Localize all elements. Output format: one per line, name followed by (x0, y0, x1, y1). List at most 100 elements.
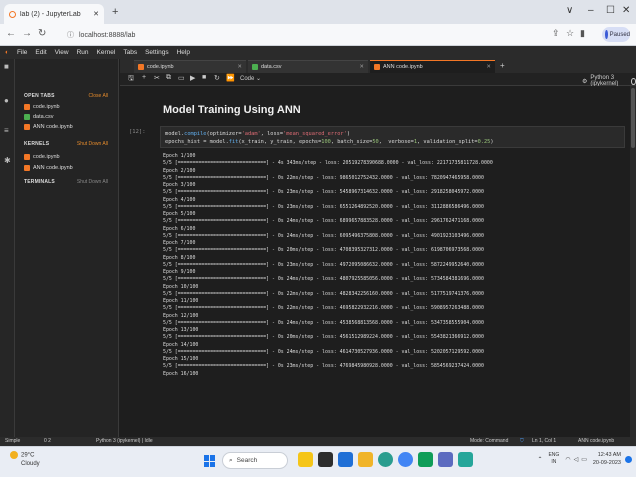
new-launcher-icon[interactable]: + (500, 61, 505, 70)
wifi-icon[interactable]: ◠ (565, 456, 570, 463)
notebook-icon (24, 165, 30, 171)
browser-tab[interactable]: lab (2) - JupyterLab ✕ (4, 4, 104, 24)
system-tray: ⌃ ENG IN ◠ ◁ ▭ 12:43 AM 20-09-2023 (537, 451, 632, 467)
menu-kernel[interactable]: Kernel (97, 49, 116, 56)
new-tab-button[interactable]: + (112, 6, 118, 18)
maximize-button[interactable]: ☐ (606, 5, 615, 16)
open-tab-label: ANN code.ipynb (33, 124, 73, 130)
weather-widget[interactable]: 29°C Cloudy (10, 451, 40, 468)
save-icon[interactable]: 🖫 (128, 74, 134, 85)
weather-temp: 29°C (21, 452, 35, 459)
close-tab-icon[interactable]: ✕ (93, 10, 99, 18)
menu-settings[interactable]: Settings (145, 49, 169, 56)
output-line: Epoch 13/100 (163, 327, 199, 333)
clock[interactable]: 12:43 AM 20-09-2023 (593, 451, 621, 467)
close-icon[interactable]: ✕ (359, 64, 364, 70)
file-explorer-icon[interactable] (358, 452, 373, 467)
kernel-status[interactable]: Python 3 (ipykernel) | Idle (96, 438, 153, 444)
output-line: Epoch 14/100 (163, 341, 199, 348)
widgets-app-icon[interactable] (298, 452, 313, 467)
reload-icon[interactable]: ↻ (38, 28, 46, 39)
scrollbar-thumb[interactable] (631, 88, 635, 148)
url-field[interactable]: ⓘ localhost:8888/lab (62, 27, 522, 43)
output-line: 5/5 [==============================] - 0… (163, 247, 484, 254)
notification-badge[interactable] (625, 455, 632, 463)
chevron-up-icon[interactable]: ⌃ (537, 456, 542, 463)
restart-run-all-icon[interactable]: ⏩ (226, 74, 235, 82)
csv-file-icon (24, 114, 30, 120)
bookmark-star-icon[interactable]: ☆ (566, 28, 574, 39)
taskbar-search-input[interactable]: ⌕ Search (222, 452, 288, 469)
profile-paused-button[interactable]: Paused (602, 27, 630, 42)
open-tab-item[interactable]: ANN code.ipynb (24, 124, 73, 130)
battery-icon[interactable]: ▭ (581, 456, 587, 463)
insert-cell-icon[interactable]: + (142, 74, 146, 81)
running-kernels-icon[interactable]: ● (4, 96, 9, 105)
output-line: Epoch 3/100 (163, 182, 196, 188)
notebook-icon (24, 104, 30, 110)
app-icon[interactable] (458, 452, 473, 467)
running-counts[interactable]: 0 2 (44, 438, 51, 444)
output-line: Epoch 8/100 (163, 254, 196, 261)
open-tab-item[interactable]: code.ipynb (24, 104, 60, 110)
cell-output: Epoch 1/100 5/5 [========================… (163, 153, 623, 378)
stop-icon[interactable]: ■ (202, 74, 206, 81)
task-view-icon[interactable] (318, 452, 333, 467)
folder-icon[interactable]: ■ (4, 62, 9, 71)
close-window-button[interactable]: ✕ (622, 5, 630, 16)
output-line: Epoch 11/100 (163, 298, 199, 304)
menu-view[interactable]: View (55, 49, 69, 56)
close-all-button[interactable]: Close All (89, 93, 108, 99)
kernel-status-icon (630, 77, 636, 85)
output-line: Epoch 7/100 (163, 240, 196, 246)
sidebar-icon[interactable]: ▮ (580, 28, 585, 39)
forward-arrow-icon[interactable]: → (22, 28, 32, 39)
search-label: Search (236, 457, 258, 464)
left-icon-bar (0, 59, 15, 437)
shut-down-all-terminals-button[interactable]: Shut Down All (77, 179, 108, 185)
chrome-browser-icon[interactable] (398, 452, 413, 467)
code-cell-editor[interactable]: model.compile(optimizer='adam', loss='me… (160, 126, 625, 148)
close-icon[interactable]: ✕ (486, 64, 491, 70)
run-icon[interactable]: ▶ (190, 74, 195, 82)
simple-mode-toggle[interactable]: Simple (5, 438, 20, 444)
output-line: 5/5 [==============================] - 0… (163, 174, 484, 181)
speaker-icon[interactable]: ◁ (574, 456, 579, 463)
menu-help[interactable]: Help (177, 49, 190, 56)
windows-start-icon[interactable] (204, 455, 216, 467)
site-info-icon[interactable]: ⓘ (67, 30, 74, 40)
app-icon[interactable] (438, 452, 453, 467)
minimize-button[interactable]: – (588, 5, 594, 16)
open-tab-label: data.csv (33, 114, 54, 120)
kernel-item[interactable]: ANN code.ipynb (24, 165, 73, 171)
share-icon[interactable]: ⇪ (552, 28, 560, 39)
menu-tabs[interactable]: Tabs (123, 49, 137, 56)
extensions-icon[interactable]: ✱ (4, 156, 11, 165)
store-app-icon[interactable] (418, 452, 433, 467)
tab-search-icon[interactable]: ∨ (566, 5, 573, 16)
tab-ann-code-ipynb[interactable]: ANN code.ipynb ✕ (370, 60, 495, 73)
close-icon[interactable]: ✕ (237, 64, 242, 70)
output-line: 5/5 [==============================] - 0… (163, 348, 484, 355)
cut-icon[interactable]: ✂ (154, 74, 160, 82)
open-tab-item[interactable]: data.csv (24, 114, 53, 120)
output-line: 5/5 [==============================] - 0… (163, 232, 484, 239)
edge-browser-icon[interactable] (378, 452, 393, 467)
tab-data-csv[interactable]: data.csv ✕ (248, 60, 368, 73)
menu-run[interactable]: Run (77, 49, 89, 56)
kernel-item[interactable]: code.ipynb (24, 154, 60, 160)
tab-code-ipynb[interactable]: code.ipynb ✕ (134, 60, 246, 73)
restart-icon[interactable]: ↻ (214, 74, 220, 82)
back-arrow-icon[interactable]: ← (6, 28, 16, 39)
cell-type-select[interactable]: Code ⌄ (240, 75, 261, 82)
copy-icon[interactable]: ⧉ (166, 74, 171, 82)
table-of-contents-icon[interactable]: ≡ (4, 126, 9, 135)
files-app-icon[interactable] (338, 452, 353, 467)
menu-edit[interactable]: Edit (35, 49, 46, 56)
shut-down-all-kernels-button[interactable]: Shut Down All (77, 141, 108, 147)
paste-icon[interactable]: ▭ (178, 74, 185, 82)
output-line: Epoch 1/100 (163, 153, 196, 159)
language-indicator[interactable]: ENG IN (548, 452, 559, 466)
cursor-position[interactable]: Ln 1, Col 1 (532, 438, 556, 444)
menu-file[interactable]: File (17, 49, 27, 56)
